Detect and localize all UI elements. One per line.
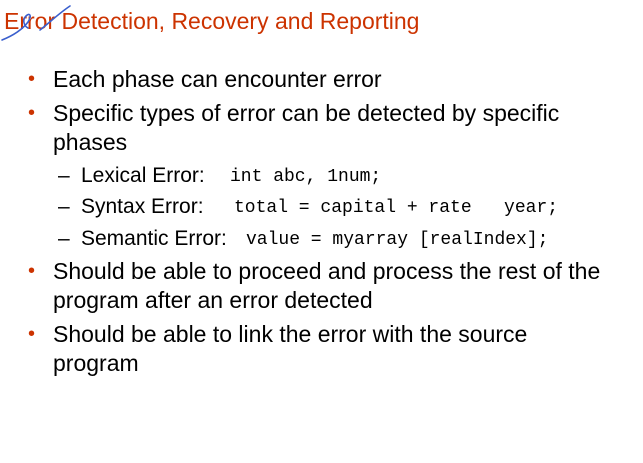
bullet-text: Specific types of error can be detected … [53, 100, 560, 126]
bullet-text: Should be able to link the error with th… [53, 321, 528, 347]
sub-label: Syntax Error: [81, 195, 204, 218]
bullet-text: program after an error detected [53, 287, 373, 313]
bullet-text: Should be able to proceed and process th… [53, 258, 601, 284]
bullet-marker: • [28, 102, 36, 124]
sub-label: Semantic Error: [81, 227, 227, 250]
sub-dash: – [58, 195, 70, 218]
bullet-text: Each phase can encounter error [53, 66, 382, 92]
bullet-marker: • [28, 68, 36, 90]
sub-dash: – [58, 227, 70, 250]
slide-body: • Each phase can encounter error • Speci… [0, 0, 643, 463]
bullet-text: phases [53, 129, 128, 155]
bullet-text: program [53, 350, 139, 376]
sub-dash: – [58, 164, 70, 187]
code-snippet: value = myarray [realIndex]; [246, 230, 549, 250]
code-snippet: total = capital + rate year; [234, 198, 559, 218]
bullet-marker: • [28, 260, 36, 282]
bullet-marker: • [28, 323, 36, 345]
code-snippet: int abc, 1num; [230, 167, 382, 187]
sub-label: Lexical Error: [81, 164, 205, 187]
